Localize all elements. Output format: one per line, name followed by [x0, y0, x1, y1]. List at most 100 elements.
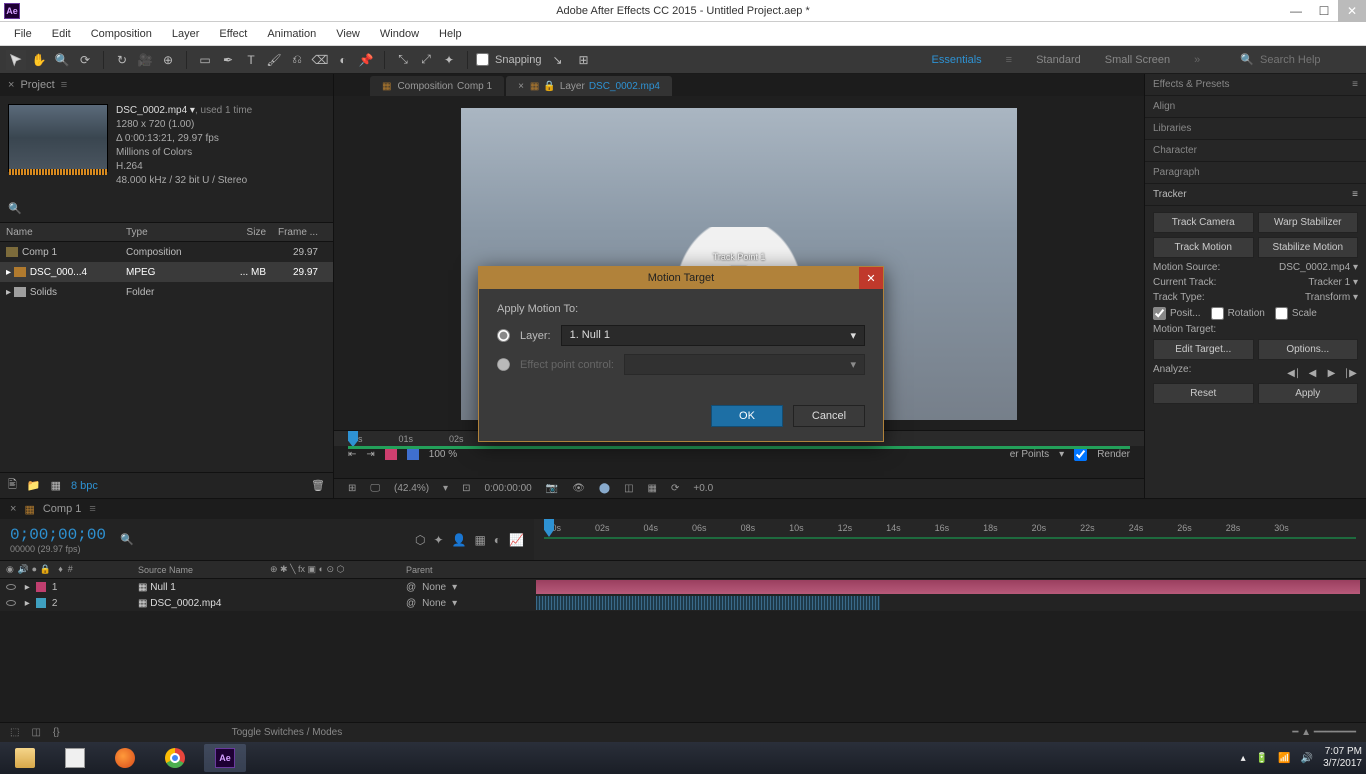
dialog-close-button[interactable]: ✕ [859, 267, 883, 289]
axis-local-icon[interactable]: ✦ [439, 50, 459, 70]
project-item-comp[interactable]: Comp 1 Composition 29.97 [0, 242, 333, 262]
timeline-layer-footage[interactable]: ▸ 2 ▦ DSC_0002.mp4 @None ▾ [0, 595, 1366, 611]
warp-stabilizer-button[interactable]: Warp Stabilizer [1258, 212, 1359, 233]
parent-pickwhip-icon[interactable]: @ [406, 582, 416, 593]
time-display[interactable]: 0:00:00:00 [484, 483, 531, 494]
project-search-icon[interactable]: 🔍 [8, 202, 22, 216]
menu-view[interactable]: View [326, 22, 370, 46]
layer-bar[interactable] [536, 596, 880, 610]
rotation-checkbox[interactable] [1211, 307, 1224, 320]
panel-menu-icon[interactable]: ≡ [61, 79, 67, 91]
bit-depth-button[interactable]: 8 bpc [71, 480, 98, 492]
hide-shy-icon[interactable]: 👤 [452, 533, 467, 547]
reset-button[interactable]: Reset [1153, 383, 1254, 404]
timeline-close-icon[interactable]: × [10, 503, 16, 515]
timeline-ruler-area[interactable]: :00s02s04s06s08s10s12s14s16s18s20s22s24s… [534, 519, 1366, 560]
playhead-icon[interactable] [348, 431, 358, 447]
zoom-display[interactable]: (42.4%) [394, 483, 429, 494]
grid-icon[interactable]: ⊞ [348, 483, 356, 494]
menu-effect[interactable]: Effect [209, 22, 257, 46]
menu-animation[interactable]: Animation [257, 22, 326, 46]
render-checkbox[interactable] [1074, 448, 1087, 461]
menu-edit[interactable]: Edit [42, 22, 81, 46]
exposure-display[interactable]: +0.0 [693, 483, 713, 494]
viewer-tab-comp[interactable]: ▦ Composition Comp 1 [370, 76, 504, 96]
zoom-value[interactable]: 100 % [429, 449, 457, 460]
maximize-button[interactable]: ☐ [1310, 0, 1338, 22]
timeline-playhead-icon[interactable] [544, 519, 554, 537]
layer-radio[interactable] [497, 329, 510, 342]
tray-battery-icon[interactable]: 🔋 [1256, 753, 1268, 764]
stabilize-motion-button[interactable]: Stabilize Motion [1258, 237, 1359, 258]
project-item-footage[interactable]: ▸ DSC_000...4 MPEG ... MB 29.97 [0, 262, 333, 282]
panel-close-icon[interactable]: × [8, 79, 14, 91]
axis-tool-icon[interactable]: ⤡ [393, 50, 413, 70]
workspace-essentials[interactable]: Essentials [932, 54, 982, 66]
draft-3d-icon[interactable]: ✦ [433, 533, 443, 547]
menu-composition[interactable]: Composition [81, 22, 162, 46]
close-button[interactable]: ✕ [1338, 0, 1366, 22]
tray-wifi-icon[interactable]: 📶 [1278, 753, 1290, 764]
tray-clock[interactable]: 7:07 PM 3/7/2017 [1323, 746, 1362, 770]
menu-help[interactable]: Help [429, 22, 472, 46]
label-color-icon[interactable] [36, 582, 46, 592]
hand-tool-icon[interactable]: ✋ [29, 50, 49, 70]
new-folder-icon[interactable]: 📁 [27, 479, 41, 492]
current-track-dropdown[interactable]: Tracker 1 ▾ [1308, 277, 1358, 288]
viewer-tab-layer[interactable]: × ▦ 🔒 Layer DSC_0002.mp4 [506, 76, 672, 96]
eraser-tool-icon[interactable]: ⌫ [310, 50, 330, 70]
workspace-standard[interactable]: Standard [1036, 54, 1081, 66]
visibility-icon[interactable] [6, 600, 16, 606]
panel-menu-icon[interactable]: ≡ [1352, 189, 1358, 200]
analyze-back-one-icon[interactable]: ◀∣ [1286, 368, 1301, 379]
dialog-title-bar[interactable]: Motion Target ✕ [479, 267, 883, 289]
analyze-back-icon[interactable]: ◀ [1305, 368, 1320, 379]
out-point-icon[interactable]: ⇥ [366, 449, 374, 460]
interpret-footage-icon[interactable]: 🖹 [8, 476, 17, 495]
label-color-icon[interactable] [36, 598, 46, 608]
graph-editor-icon[interactable]: 📈 [509, 533, 524, 547]
visibility-icon[interactable] [6, 584, 16, 590]
panel-effects-presets[interactable]: Effects & Presets≡ [1145, 74, 1366, 96]
minimize-button[interactable]: — [1282, 0, 1310, 22]
panel-character[interactable]: Character [1145, 140, 1366, 162]
timecode-display[interactable]: 0;00;00;00 [10, 526, 106, 544]
display-icon[interactable]: 🖵 [370, 483, 380, 494]
puppet-tool-icon[interactable]: 📌 [356, 50, 376, 70]
orbit-tool-icon[interactable]: ⟳ [75, 50, 95, 70]
analyze-forward-one-icon[interactable]: ∣▶ [1343, 368, 1358, 379]
timeline-layer-null[interactable]: ▸ 1 ▦ Null 1 @None ▾ [0, 579, 1366, 595]
in-point-icon[interactable]: ⇤ [348, 449, 356, 460]
options-button[interactable]: Options... [1258, 339, 1359, 360]
menu-layer[interactable]: Layer [162, 22, 210, 46]
search-timeline-icon[interactable]: 🔍 [120, 533, 134, 546]
layer-dropdown[interactable]: 1. Null 1▾ [561, 325, 865, 346]
position-checkbox[interactable] [1153, 307, 1166, 320]
shape-tool-icon[interactable]: ▭ [195, 50, 215, 70]
track-camera-button[interactable]: Track Camera [1153, 212, 1254, 233]
camera-tool-icon[interactable]: 🎥 [135, 50, 155, 70]
zoom-tool-icon[interactable]: 🔍 [52, 50, 72, 70]
project-item-folder[interactable]: ▸ Solids Folder [0, 282, 333, 302]
resolution-icon[interactable]: ⊡ [462, 483, 470, 494]
track-type-dropdown[interactable]: Transform ▾ [1305, 292, 1358, 303]
expand-masks-icon[interactable]: ◫ [31, 727, 40, 738]
frame-blend-icon[interactable]: ▦ [474, 533, 485, 547]
clone-tool-icon[interactable]: ⎌ [287, 50, 307, 70]
menu-file[interactable]: File [4, 22, 42, 46]
timeline-tab[interactable]: Comp 1 [43, 503, 82, 515]
transparency-icon[interactable]: ▦ [648, 483, 657, 494]
new-comp-icon[interactable]: ▦ [51, 479, 61, 492]
scale-checkbox[interactable] [1275, 307, 1288, 320]
pen-tool-icon[interactable]: ✒ [218, 50, 238, 70]
region-icon[interactable]: ◫ [624, 483, 633, 494]
snap-edge-icon[interactable]: ↘ [548, 50, 568, 70]
show-snapshot-icon[interactable]: 👁 [572, 483, 585, 494]
roto-tool-icon[interactable]: ◐ [333, 50, 353, 70]
panel-paragraph[interactable]: Paragraph [1145, 162, 1366, 184]
tray-volume-icon[interactable]: 🔊 [1301, 753, 1313, 764]
search-help-input[interactable] [1260, 54, 1360, 66]
pan-behind-tool-icon[interactable]: ⊕ [158, 50, 178, 70]
dialog-ok-button[interactable]: OK [711, 405, 783, 427]
rotation-tool-icon[interactable]: ↻ [112, 50, 132, 70]
